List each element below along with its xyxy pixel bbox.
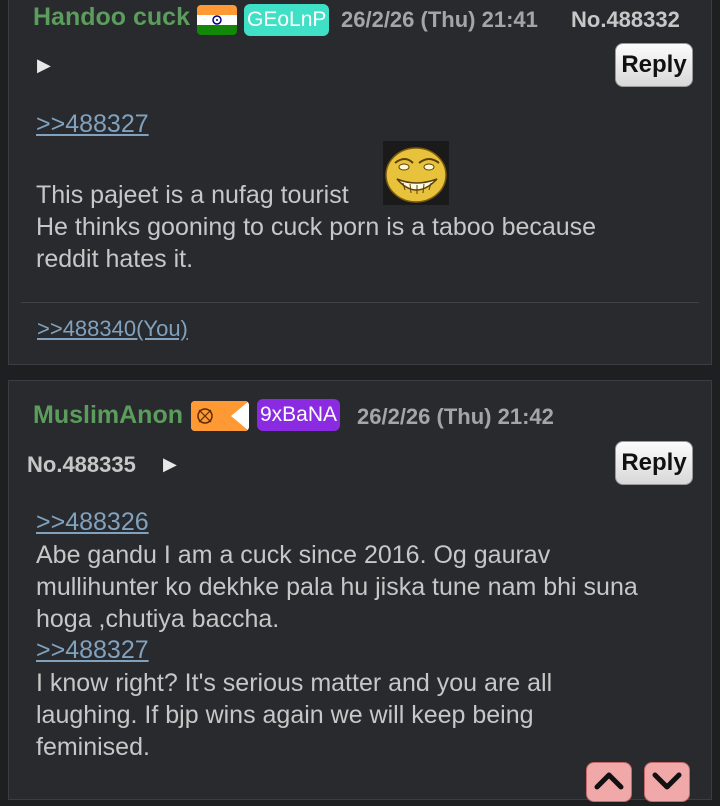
poster-id-badge[interactable]: GEoLnP bbox=[244, 4, 330, 36]
post-datetime: 26/2/26 (Thu) 21:41 bbox=[341, 7, 538, 32]
india-flag-icon bbox=[197, 5, 237, 35]
quote-link[interactable]: >>488326 bbox=[36, 508, 149, 537]
post-number[interactable]: No.488332 bbox=[571, 7, 680, 33]
reply-button[interactable]: Reply bbox=[615, 43, 693, 87]
downvote-button[interactable] bbox=[644, 762, 690, 802]
post-text-line: He thinks gooning to cuck porn is a tabo… bbox=[36, 213, 597, 241]
post-text-line: feminised. bbox=[36, 733, 150, 761]
saffron-flag-icon bbox=[191, 401, 249, 431]
poster-name: MuslimAnon bbox=[33, 401, 183, 429]
poster-id-badge[interactable]: 9xBaNA bbox=[257, 399, 341, 431]
post-text-line: laughing. If bjp wins again we will keep… bbox=[36, 701, 534, 729]
post-number[interactable]: No.488335 bbox=[27, 452, 136, 478]
post-text-line: mullihunter ko dekhke pala hu jiska tune… bbox=[36, 573, 638, 601]
chevron-up-icon bbox=[594, 772, 624, 790]
post-text-line: reddit hates it. bbox=[36, 245, 194, 273]
poster-name: Handoo cuck bbox=[33, 3, 190, 31]
post-488335: MuslimAnon 9xBaNA 26/2/26 (Thu) 21:42 No… bbox=[8, 380, 712, 802]
post-datetime: 26/2/26 (Thu) 21:42 bbox=[357, 404, 554, 429]
post-text-line: hoga ,chutiya baccha. bbox=[36, 605, 280, 633]
expand-arrow-icon[interactable]: ▶ bbox=[163, 454, 177, 475]
upvote-button[interactable] bbox=[586, 762, 632, 802]
expand-arrow-icon[interactable]: ▶ bbox=[37, 55, 51, 76]
post-text-line: This pajeet is a nufag tourist bbox=[36, 181, 349, 209]
backlink[interactable]: >>488340(You) bbox=[37, 316, 188, 342]
trollface-image[interactable] bbox=[383, 141, 449, 205]
quote-link[interactable]: >>488327 bbox=[36, 636, 149, 665]
chevron-down-icon bbox=[652, 772, 682, 790]
reply-button[interactable]: Reply bbox=[615, 441, 693, 485]
post-488332: Handoo cuck GEoLnP 26/2/26 (Thu) 21:41 N… bbox=[8, 0, 712, 365]
post-text-line: I know right? It's serious matter and yo… bbox=[36, 669, 553, 697]
quote-link[interactable]: >>488327 bbox=[36, 110, 149, 139]
post-divider bbox=[21, 302, 699, 303]
post-text-line: Abe gandu I am a cuck since 2016. Og gau… bbox=[36, 541, 551, 569]
